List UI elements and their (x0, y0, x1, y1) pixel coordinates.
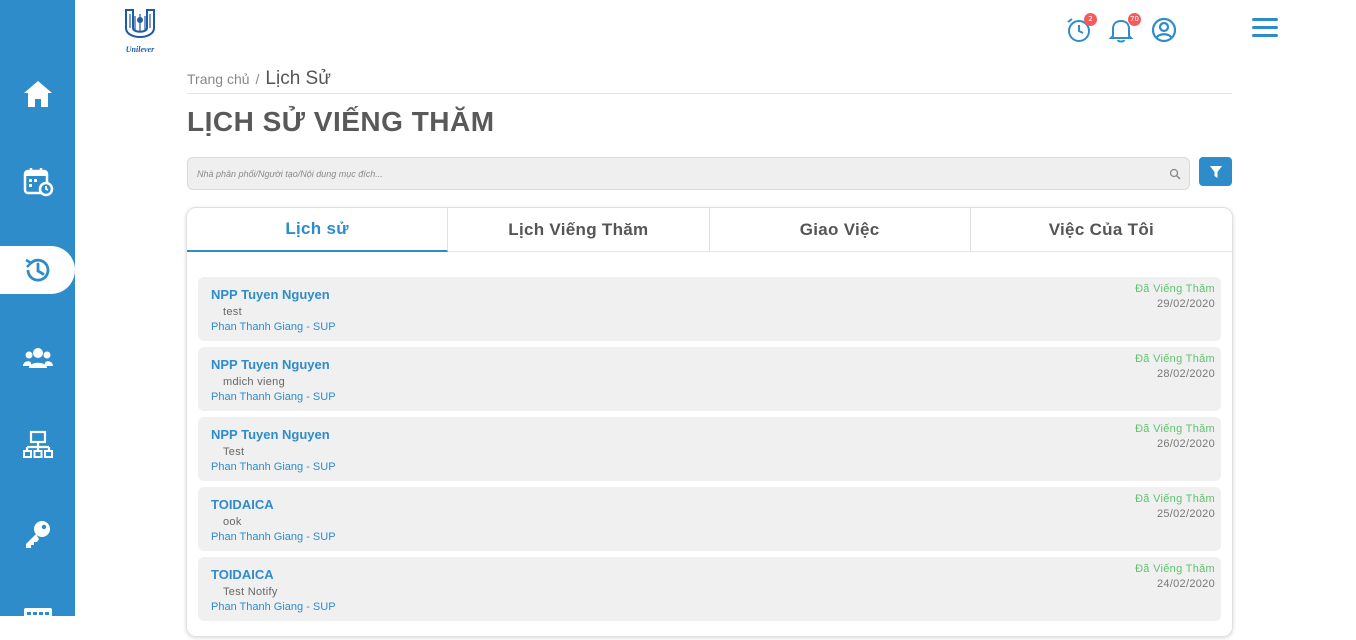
breadcrumb-separator: / (255, 71, 260, 87)
alarm-badge: 2 (1084, 13, 1097, 26)
visit-list: NPP Tuyen Nguyen test Phan Thanh Giang -… (198, 277, 1221, 627)
users-icon (22, 348, 53, 368)
visit-distributor: NPP Tuyen Nguyen (211, 287, 330, 302)
filter-button[interactable] (1199, 157, 1232, 186)
visit-purpose: mdich vieng (223, 376, 285, 388)
sidebar-item-schedule[interactable] (0, 157, 75, 205)
logo-text: Unilever (125, 45, 155, 54)
visit-status: Đã Viếng Thăm (1135, 563, 1215, 575)
tab-visit-schedule[interactable]: Lịch Viếng Thăm (448, 208, 710, 252)
search-icon[interactable] (1169, 168, 1181, 180)
tab-history[interactable]: Lịch sử (187, 208, 449, 252)
sidebar-item-keys[interactable] (0, 510, 75, 558)
visit-creator: Phan Thanh Giang - SUP (211, 601, 336, 613)
menu-icon (1252, 18, 1278, 21)
history-panel: Lịch sử Lịch Viếng Thăm Giao Việc Việc C… (186, 207, 1233, 637)
visit-creator: Phan Thanh Giang - SUP (211, 461, 336, 473)
visit-status: Đã Viếng Thăm (1135, 423, 1215, 435)
profile-button[interactable] (1150, 16, 1178, 44)
visit-distributor: TOIDAICA (211, 567, 274, 582)
tab-bar: Lịch sử Lịch Viếng Thăm Giao Việc Việc C… (187, 208, 1232, 252)
visit-distributor: NPP Tuyen Nguyen (211, 427, 330, 442)
visit-card[interactable]: TOIDAICA ook Phan Thanh Giang - SUP Đã V… (198, 487, 1221, 551)
visit-purpose: Test Notify (223, 586, 278, 598)
hamburger-menu-button[interactable] (1252, 18, 1278, 42)
notification-button[interactable]: 70 (1107, 13, 1141, 44)
visit-date: 26/02/2020 (1156, 438, 1215, 450)
unilever-logo: Unilever (118, 8, 162, 54)
user-circle-icon (1151, 17, 1177, 43)
visit-card[interactable]: NPP Tuyen Nguyen test Phan Thanh Giang -… (198, 277, 1221, 341)
visit-card[interactable]: NPP Tuyen Nguyen Test Phan Thanh Giang -… (198, 417, 1221, 481)
visit-distributor: TOIDAICA (211, 497, 274, 512)
search-box (187, 157, 1190, 190)
visit-date: 28/02/2020 (1156, 368, 1215, 380)
history-icon (24, 258, 49, 282)
visit-creator: Phan Thanh Giang - SUP (211, 391, 336, 403)
visit-date: 25/02/2020 (1156, 508, 1215, 520)
visit-card[interactable]: TOIDAICA Test Notify Phan Thanh Giang - … (198, 557, 1221, 621)
visit-status: Đã Viếng Thăm (1135, 283, 1215, 295)
breadcrumb-current: Lịch Sử (265, 68, 331, 89)
visit-creator: Phan Thanh Giang - SUP (211, 321, 336, 333)
visit-purpose: Test (223, 446, 245, 458)
visit-creator: Phan Thanh Giang - SUP (211, 531, 336, 543)
sidebar (0, 0, 75, 626)
sidebar-item-history[interactable] (0, 246, 75, 294)
sidebar-item-home[interactable] (0, 70, 75, 118)
alarm-button[interactable]: 2 (1065, 13, 1097, 44)
visit-purpose: test (223, 306, 242, 318)
visit-status: Đã Viếng Thăm (1135, 493, 1215, 505)
tab-assign-task[interactable]: Giao Việc (710, 208, 971, 252)
notification-badge: 70 (1128, 13, 1141, 26)
visit-distributor: NPP Tuyen Nguyen (211, 357, 330, 372)
sidebar-item-network[interactable] (0, 421, 75, 469)
search-input[interactable] (188, 158, 1148, 189)
key-icon (25, 521, 50, 548)
network-icon (22, 430, 53, 458)
calendar-clock-icon (23, 168, 53, 197)
breadcrumb: Trang chủ / Lịch Sử (187, 68, 1232, 94)
sidebar-item-more[interactable] (0, 592, 75, 640)
breadcrumb-home[interactable]: Trang chủ (187, 71, 250, 87)
tab-my-tasks[interactable]: Việc Của Tôi (971, 208, 1232, 252)
visit-date: 24/02/2020 (1156, 578, 1215, 590)
visit-date: 29/02/2020 (1156, 298, 1215, 310)
visit-purpose: ook (223, 516, 242, 528)
unilever-u-icon (125, 9, 155, 38)
page-title: LỊCH SỬ VIẾNG THĂM (187, 106, 495, 137)
visit-card[interactable]: NPP Tuyen Nguyen mdich vieng Phan Thanh … (198, 347, 1221, 411)
home-icon (23, 81, 52, 107)
filter-icon (1209, 165, 1222, 178)
keyboard-icon (23, 608, 52, 626)
visit-status: Đã Viếng Thăm (1135, 353, 1215, 365)
sidebar-item-users[interactable] (0, 334, 75, 382)
